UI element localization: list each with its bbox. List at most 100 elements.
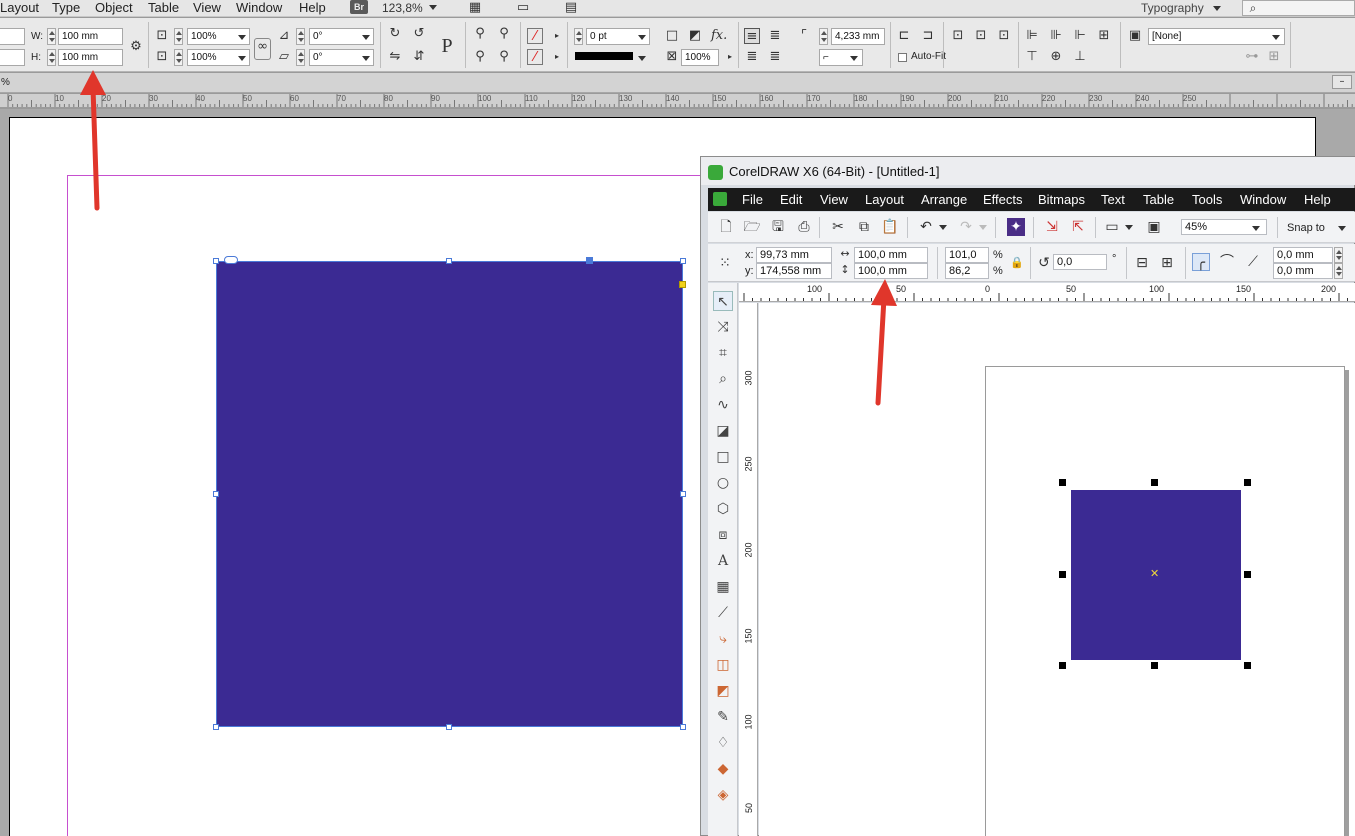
round-corner-icon[interactable]: ╭ [1192, 253, 1210, 271]
width-stepper[interactable] [47, 28, 56, 45]
document-tab[interactable]: % [1, 76, 10, 90]
cd-handle-mr[interactable] [1244, 571, 1251, 578]
launcher-dropdown-icon[interactable] [1125, 225, 1133, 230]
eyedropper-tool-icon[interactable]: ✎ [713, 707, 733, 727]
scale-x-dropdown-icon[interactable] [238, 35, 246, 40]
menu-edit[interactable]: Edit [780, 192, 802, 208]
rotate-90-ccw-icon[interactable]: ↺ [411, 26, 427, 42]
stroke-arrow-icon[interactable]: ▸ [549, 49, 565, 65]
menu-window[interactable]: Window [236, 0, 282, 16]
save-icon[interactable]: 🖫 [769, 218, 787, 236]
mirror-horizontal-icon[interactable]: ⊟ [1133, 254, 1151, 272]
crop-tool-icon[interactable]: ⌗ [713, 343, 733, 363]
stroke-weight-dropdown-icon[interactable] [638, 35, 646, 40]
scale-x-stepper[interactable] [174, 28, 183, 45]
ellipse-tool-icon[interactable]: ○ [713, 473, 733, 493]
live-corner-handle[interactable] [679, 281, 686, 288]
menu-table[interactable]: Table [148, 0, 179, 16]
connector-tool-icon[interactable]: ⤷ [713, 629, 733, 649]
object-origin-icon[interactable]: ⁙ [716, 254, 734, 272]
cd-handle-bl[interactable] [1059, 662, 1066, 669]
opacity-field[interactable]: 100% [681, 49, 719, 66]
resize-handle-tr[interactable] [680, 258, 686, 264]
cd-handle-bc[interactable] [1151, 662, 1158, 669]
resize-handle-mr[interactable] [680, 491, 686, 497]
offset-stepper[interactable] [819, 28, 828, 45]
stroke-type-dropdown-icon[interactable] [638, 56, 646, 61]
resize-handle-ml[interactable] [213, 491, 219, 497]
center-content-icon[interactable]: ⊡ [996, 28, 1012, 44]
corner-options-icon[interactable]: ⌜ [796, 28, 812, 44]
chamfered-corner-icon[interactable]: ⟋ [1244, 253, 1262, 271]
menu-layout[interactable]: Layout [865, 192, 904, 208]
menu-object[interactable]: Object [95, 0, 133, 16]
zoom-tool-icon[interactable]: ⌕ [713, 369, 733, 389]
fill-swatch-icon[interactable]: ⁄ [527, 28, 543, 44]
y-field[interactable] [0, 49, 25, 66]
welcome-screen-icon[interactable]: ▣ [1145, 218, 1163, 236]
height-stepper[interactable] [47, 49, 56, 66]
open-icon[interactable]: 🗁 [743, 218, 761, 236]
opacity-arrow-icon[interactable]: ▸ [722, 49, 738, 65]
undo-dropdown-icon[interactable] [939, 225, 947, 230]
selected-rectangle[interactable] [216, 261, 683, 727]
menu-table[interactable]: Table [1143, 192, 1174, 208]
auto-fit-checkbox[interactable] [898, 53, 907, 62]
workspace-dropdown-icon[interactable] [1213, 6, 1221, 11]
text-frame-options-icon[interactable]: ≡ [744, 28, 760, 44]
resize-handle-tl[interactable] [213, 258, 219, 264]
import-icon[interactable]: ⇲ [1043, 218, 1061, 236]
menu-bitmaps[interactable]: Bitmaps [1038, 192, 1085, 208]
width-field[interactable]: 100 mm [58, 28, 123, 45]
style-options-icon[interactable]: ⊞ [1266, 49, 1282, 65]
smart-fill-tool-icon[interactable]: ◪ [713, 421, 733, 441]
text-wrap-icon[interactable]: □ [664, 28, 680, 44]
select-content-icon[interactable]: ⚲ [496, 26, 512, 42]
stroke-weight-stepper[interactable] [574, 28, 583, 45]
scale-width-field[interactable]: 101,0 [945, 247, 989, 263]
select-next-icon[interactable]: ⚲ [496, 49, 512, 65]
fill-proportionally-icon[interactable]: ⊡ [973, 28, 989, 44]
drop-shadow-icon[interactable]: ◩ [687, 28, 703, 44]
mirror-vertical-icon[interactable]: ⊞ [1158, 254, 1176, 272]
fit-content-frame-icon[interactable]: ⊏ [896, 28, 912, 44]
menu-effects[interactable]: Effects [983, 192, 1023, 208]
fill-tool-icon[interactable]: ◆ [713, 759, 733, 779]
fill-arrow-icon[interactable]: ▸ [549, 28, 565, 44]
cd-handle-ml[interactable] [1059, 571, 1066, 578]
resize-handle-tc[interactable] [446, 258, 452, 264]
shape-tool-icon[interactable]: ⤨ [713, 317, 733, 337]
paragraph-p-icon[interactable]: P [436, 35, 458, 57]
object-style-field[interactable]: [None] [1148, 28, 1285, 45]
scalloped-corner-icon[interactable]: ⌒ [1218, 253, 1236, 271]
arrange-documents-icon[interactable]: ▤ [563, 0, 579, 16]
menu-layout[interactable]: Layout [0, 0, 39, 16]
undo-icon[interactable]: ↶ [917, 218, 935, 236]
rotate-90-cw-icon[interactable]: ↻ [387, 26, 403, 42]
resize-handle-br[interactable] [680, 724, 686, 730]
menu-help[interactable]: Help [299, 0, 326, 16]
search-content-icon[interactable]: ✦ [1007, 218, 1025, 236]
menu-arrange[interactable]: Arrange [921, 192, 967, 208]
app-menu-icon[interactable] [713, 192, 727, 206]
panel-menu-button[interactable]: – [1332, 75, 1352, 89]
stroke-swatch-icon[interactable]: ⁄ [527, 49, 543, 65]
zoom-dropdown-icon[interactable] [429, 5, 437, 10]
pick-tool-icon[interactable]: ↖ [713, 291, 733, 311]
snap-to-dropdown-icon[interactable] [1338, 226, 1346, 231]
clear-overrides-icon[interactable]: ⊶ [1244, 49, 1260, 65]
menu-view[interactable]: View [193, 0, 221, 16]
align-bottom-text-icon[interactable]: ≣ [767, 49, 783, 65]
blend-tool-icon[interactable]: ◫ [713, 655, 733, 675]
flip-horizontal-icon[interactable]: ⇋ [387, 49, 403, 65]
align-middle-icon[interactable]: ⊕ [1048, 49, 1064, 65]
bridge-button[interactable]: Br [350, 0, 368, 14]
freehand-tool-icon[interactable]: ∿ [713, 395, 733, 415]
align-top-icon[interactable]: ⊤ [1024, 49, 1040, 65]
x-position-field[interactable]: 99,73 mm [756, 247, 832, 263]
cut-icon[interactable]: ✂ [829, 218, 847, 236]
link-chain-icon[interactable] [224, 256, 238, 264]
rotate-stepper[interactable] [296, 28, 305, 45]
zoom-dropdown-icon[interactable] [1252, 226, 1260, 231]
width-field[interactable]: 100,0 mm [854, 247, 928, 263]
